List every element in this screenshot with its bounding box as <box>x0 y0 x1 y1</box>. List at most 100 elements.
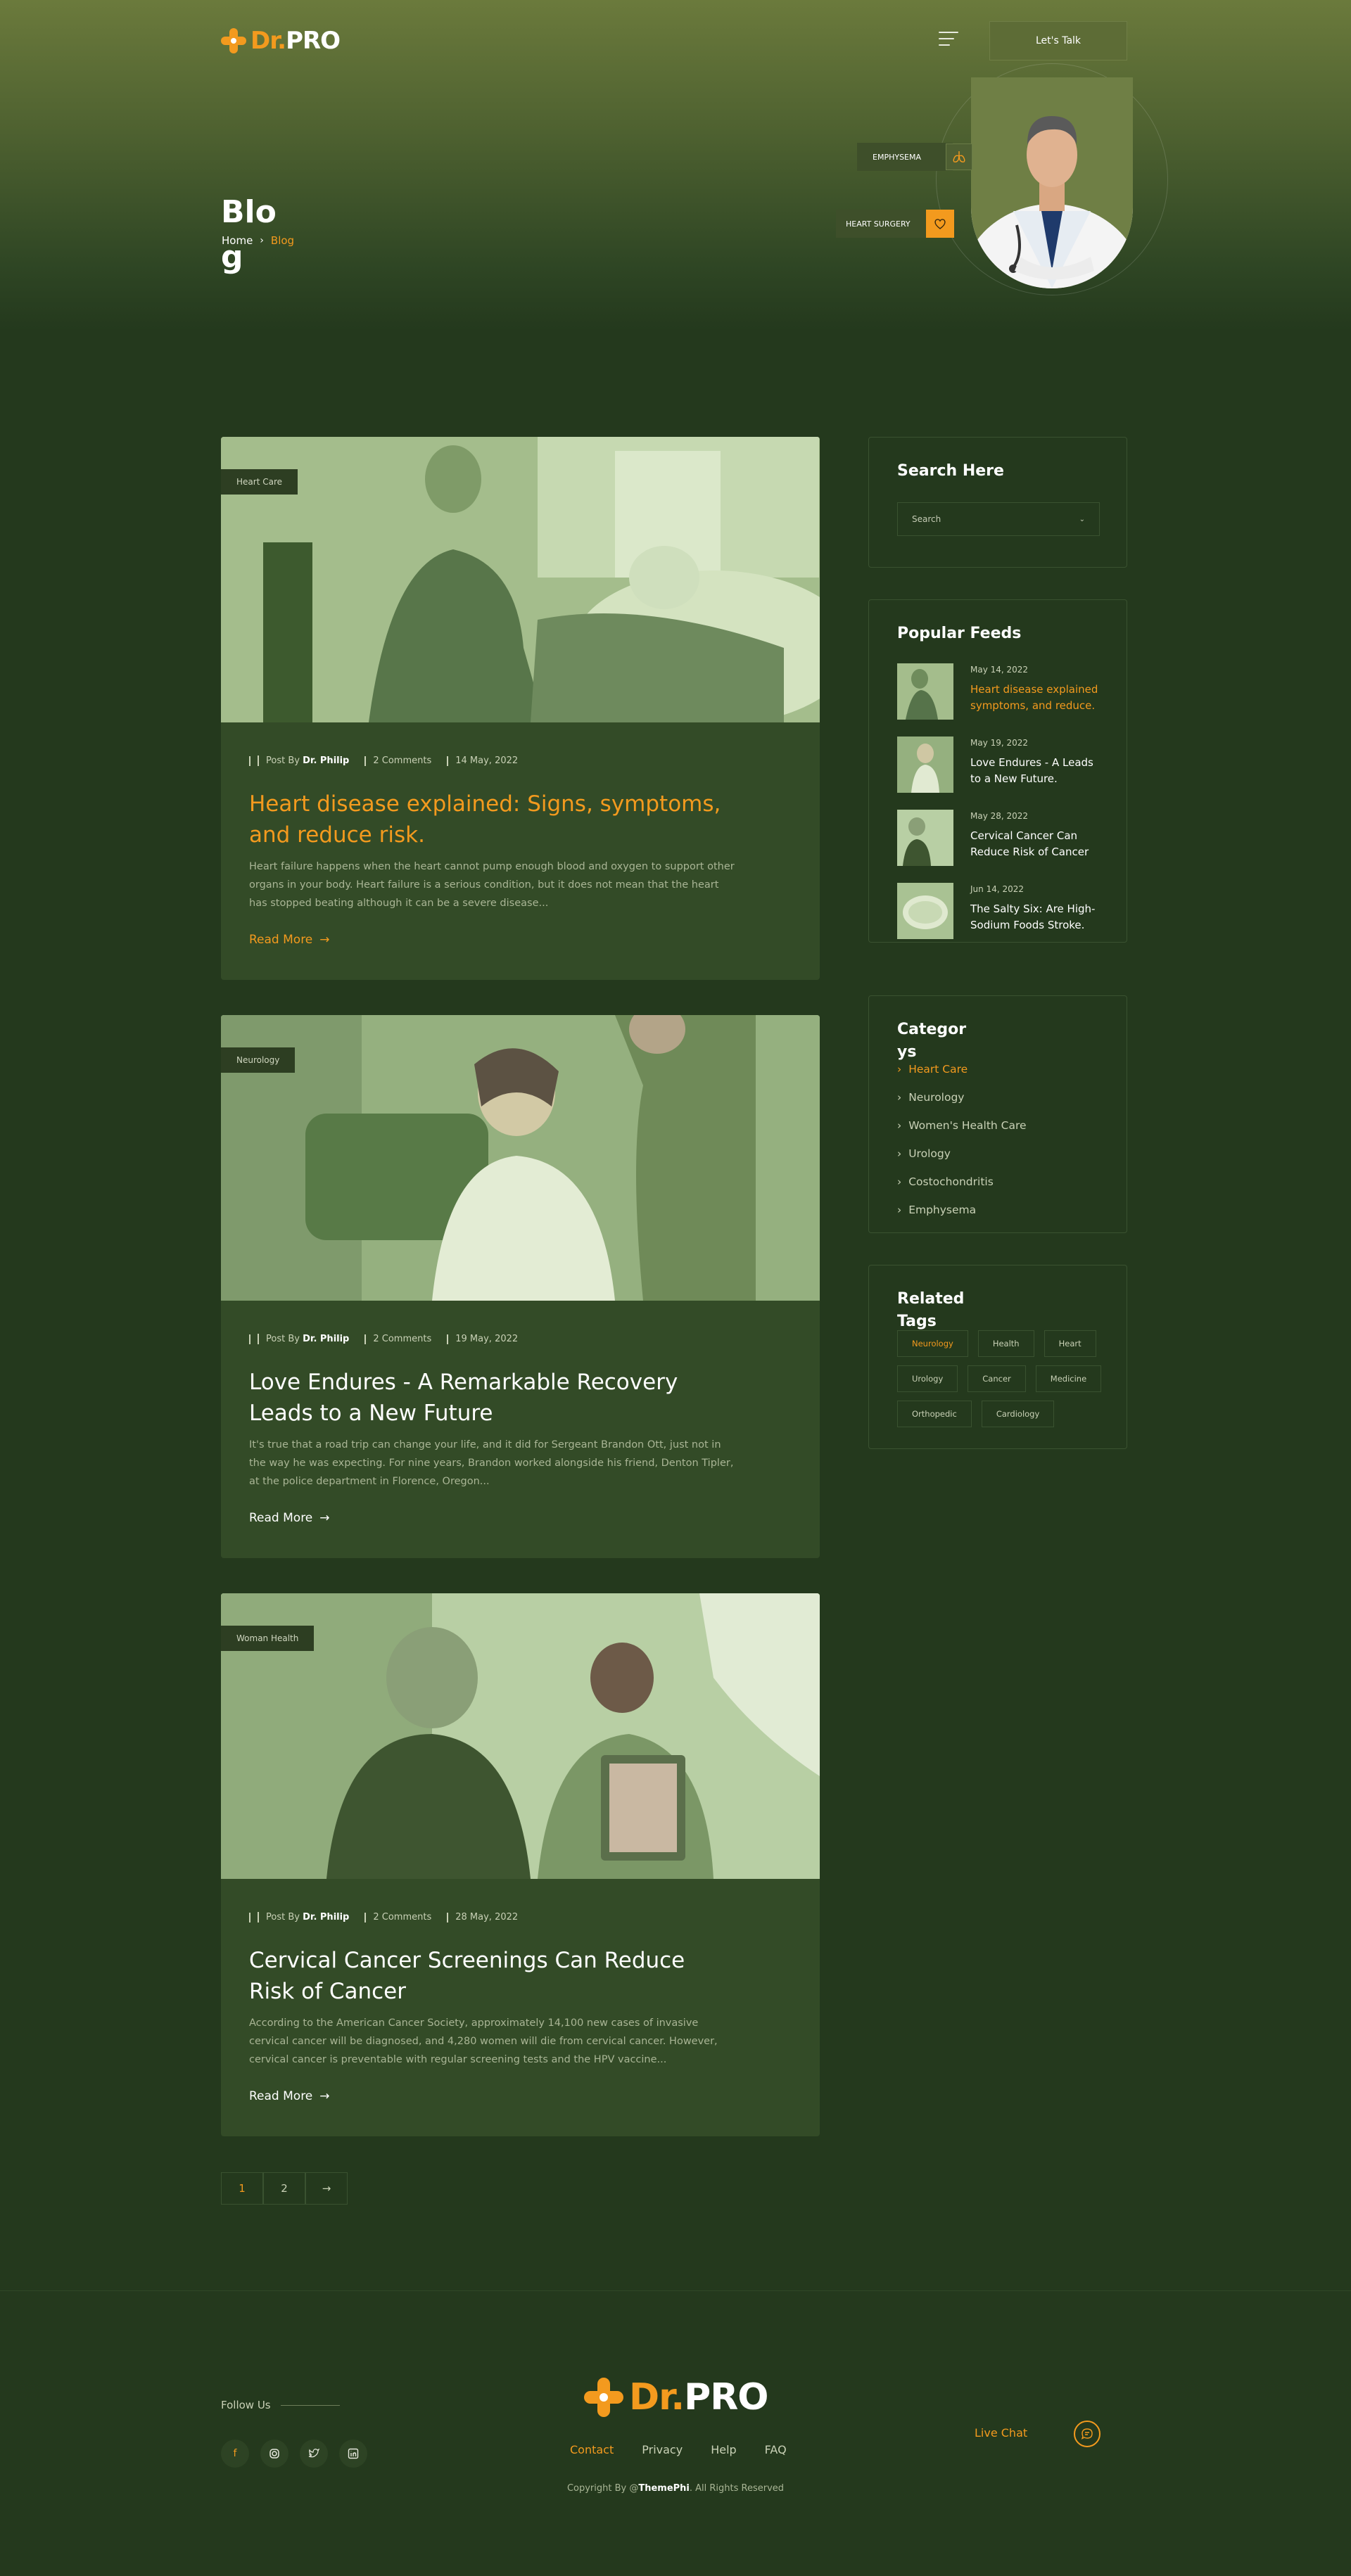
feed-item[interactable]: Jun 14, 2022 The Salty Six: Are High-Sod… <box>897 883 1108 939</box>
footer-link-privacy[interactable]: Privacy <box>642 2443 683 2456</box>
hero-tag-emphysema: EMPHYSEMA <box>857 143 953 171</box>
breadcrumb: Home › Blog <box>222 234 294 247</box>
post-author[interactable]: Post By Dr. Philip <box>249 1912 349 1923</box>
follow-us: Follow Us <box>221 2399 340 2411</box>
chevron-right-icon: › <box>897 1175 902 1188</box>
category-item[interactable]: › Women's Health Care <box>897 1111 1027 1140</box>
feed-title[interactable]: Love Endures - A Leads to a New Future. <box>970 755 1104 787</box>
post-comments[interactable]: 2 Comments <box>364 756 431 766</box>
copyright: Copyright By @ThemePhi. All Rights Reser… <box>566 2483 785 2494</box>
feed-title[interactable]: Cervical Cancer Can Reduce Risk of Cance… <box>970 828 1104 860</box>
breadcrumb-separator: › <box>260 235 264 246</box>
post-meta: Post By Dr. Philip 2 Comments 28 May, 20… <box>249 1912 518 1923</box>
next-page-icon[interactable]: → <box>305 2172 348 2205</box>
chat-icon[interactable] <box>1074 2421 1101 2447</box>
search-input[interactable]: Search ⌄ <box>897 502 1100 536</box>
post-category-badge[interactable]: Heart Care <box>221 469 298 495</box>
instagram-icon[interactable] <box>260 2440 288 2468</box>
widget-title: Popular Feeds <box>897 625 1022 642</box>
tag-chip[interactable]: Medicine <box>1035 1365 1102 1392</box>
feed-thumbnail <box>897 810 953 866</box>
facebook-icon[interactable]: f <box>221 2440 249 2468</box>
read-more-link[interactable]: Read More → <box>249 933 330 947</box>
post-author[interactable]: Post By Dr. Philip <box>249 1334 349 1344</box>
heart-icon <box>926 210 954 238</box>
pagination: 1 2 → <box>221 2172 348 2205</box>
arrow-right-icon: → <box>319 933 330 947</box>
doctor-portrait <box>971 77 1133 288</box>
read-more-link[interactable]: Read More → <box>249 2089 330 2103</box>
post-image[interactable]: Woman Health <box>221 1593 820 1879</box>
footer-divider <box>0 2290 1351 2291</box>
category-item[interactable]: › Costochondritis <box>897 1168 1027 1196</box>
post-category-badge[interactable]: Neurology <box>221 1047 296 1073</box>
logo-prefix: Dr. <box>250 27 286 55</box>
feed-thumbnail <box>897 737 953 793</box>
footer-link-faq[interactable]: FAQ <box>765 2443 787 2456</box>
footer-link-help[interactable]: Help <box>711 2443 736 2456</box>
post-title[interactable]: Heart disease explained: Signs, symptoms… <box>249 789 728 850</box>
post-date: 28 May, 2022 <box>447 1913 518 1923</box>
feed-title[interactable]: The Salty Six: Are High-Sodium Foods Str… <box>970 901 1104 933</box>
tag-chip[interactable]: Health <box>977 1330 1034 1357</box>
post-image[interactable]: Neurology <box>221 1015 820 1301</box>
footer-logo[interactable]: Dr.PRO <box>584 2376 769 2418</box>
popular-feeds-widget: Popular Feeds May 14, 2022 Heart disease… <box>868 599 1127 943</box>
post-comments[interactable]: 2 Comments <box>364 1913 431 1923</box>
logo-cross-icon <box>584 2378 623 2417</box>
header-logo[interactable]: Dr.PRO <box>221 27 341 55</box>
widget-title: Related Tags <box>897 1290 965 1330</box>
footer-links: Contact Privacy Help FAQ <box>570 2443 787 2456</box>
menu-icon[interactable] <box>939 32 958 47</box>
feed-item[interactable]: May 28, 2022 Cervical Cancer Can Reduce … <box>897 810 1108 866</box>
tag-chip[interactable]: Cardiology <box>981 1401 1055 1427</box>
hero-tag-label: HEART SURGERY <box>846 219 911 229</box>
category-item[interactable]: › Urology <box>897 1140 1027 1168</box>
category-item[interactable]: › Neurology <box>897 1083 1027 1111</box>
post-author[interactable]: Post By Dr. Philip <box>249 755 349 766</box>
post-category-badge[interactable]: Woman Health <box>221 1626 315 1651</box>
tag-chip[interactable]: Urology <box>897 1365 958 1392</box>
breadcrumb-home[interactable]: Home <box>222 234 253 247</box>
tag-chip[interactable]: Neurology <box>897 1330 968 1357</box>
blog-post-card: Woman Health Post By Dr. Philip 2 Commen… <box>221 1593 820 2136</box>
blog-post-card: Heart Care Post By Dr. Philip 2 Comments… <box>221 437 820 980</box>
post-date: 14 May, 2022 <box>447 756 518 766</box>
feed-date: May 14, 2022 <box>970 665 1029 675</box>
linkedin-icon[interactable] <box>339 2440 367 2468</box>
page-button-1[interactable]: 1 <box>221 2172 263 2205</box>
page-button-2[interactable]: 2 <box>263 2172 305 2205</box>
tag-chip[interactable]: Orthopedic <box>897 1401 972 1427</box>
post-comments[interactable]: 2 Comments <box>364 1334 431 1344</box>
category-item[interactable]: › Emphysema <box>897 1196 1027 1224</box>
post-image[interactable]: Heart Care <box>221 437 820 722</box>
chevron-right-icon: › <box>897 1091 902 1104</box>
twitter-icon[interactable] <box>300 2440 328 2468</box>
footer-link-contact[interactable]: Contact <box>570 2443 614 2456</box>
lets-talk-button[interactable]: Let's Talk <box>989 21 1127 60</box>
feed-thumbnail <box>897 883 953 939</box>
read-more-link[interactable]: Read More → <box>249 1511 330 1525</box>
post-title[interactable]: Love Endures - A Remarkable Recovery Lea… <box>249 1367 728 1429</box>
feed-item[interactable]: May 14, 2022 Heart disease explained sym… <box>897 663 1108 720</box>
tag-cloud: Neurology Health Heart Urology Cancer Me… <box>897 1330 1108 1427</box>
logo-suffix: PRO <box>684 2376 768 2418</box>
post-excerpt: According to the American Cancer Society… <box>249 2017 718 2065</box>
tag-chip[interactable]: Heart <box>1044 1330 1096 1357</box>
breadcrumb-current: Blog <box>270 234 295 247</box>
related-tags-widget: Related Tags Neurology Health Heart Urol… <box>868 1265 1127 1449</box>
lungs-icon <box>946 144 972 170</box>
feed-item[interactable]: May 19, 2022 Love Endures - A Leads to a… <box>897 737 1108 793</box>
social-links: f <box>221 2440 367 2468</box>
feed-date: Jun 14, 2022 <box>970 884 1025 894</box>
category-item[interactable]: › Heart Care <box>897 1055 1027 1083</box>
live-chat-link[interactable]: Live Chat <box>975 2426 1027 2440</box>
post-title[interactable]: Cervical Cancer Screenings Can Reduce Ri… <box>249 1945 728 2007</box>
feed-title[interactable]: Heart disease explained symptoms, and re… <box>970 682 1104 714</box>
search-widget: Search Here Search ⌄ <box>868 437 1127 568</box>
post-meta: Post By Dr. Philip 2 Comments 19 May, 20… <box>249 1334 518 1344</box>
post-excerpt: Heart failure happens when the heart can… <box>249 861 735 909</box>
tag-chip[interactable]: Cancer <box>968 1365 1026 1392</box>
post-excerpt: It's true that a road trip can change yo… <box>249 1439 734 1487</box>
chevron-right-icon: › <box>897 1119 902 1132</box>
